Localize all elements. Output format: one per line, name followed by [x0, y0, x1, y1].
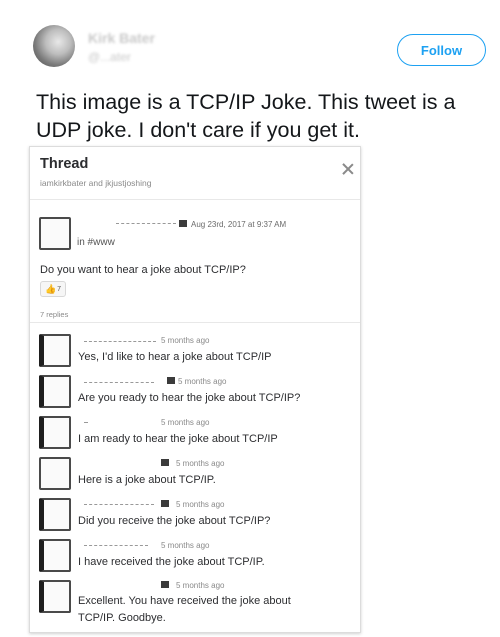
avatar	[39, 539, 71, 572]
flag-icon	[167, 377, 175, 384]
avatar	[39, 457, 71, 490]
thread-title: Thread	[40, 156, 89, 172]
message-text: Are you ready to hear the joke about TCP…	[78, 392, 301, 404]
thread-participants: iamkirkbater and jkjustjoshing	[40, 178, 152, 188]
tweet-text: This image is a TCP/IP Joke. This tweet …	[36, 88, 496, 144]
message-text: Yes, I'd like to hear a joke about TCP/I…	[78, 351, 272, 363]
message-timestamp: 5 months ago	[178, 377, 227, 386]
author-name[interactable]: Kirk Bater	[88, 30, 155, 46]
message-timestamp: 5 months ago	[161, 541, 210, 550]
message-timestamp: 5 months ago	[161, 418, 210, 427]
message-text-line: Excellent. You have received the joke ab…	[78, 595, 291, 607]
flag-icon	[161, 581, 169, 588]
message-text: Excellent. You have received the joke ab…	[78, 593, 291, 627]
divider	[30, 322, 360, 323]
message-text: I have received the joke about TCP/IP.	[78, 556, 265, 568]
avatar	[39, 375, 71, 408]
redacted-name	[84, 541, 148, 546]
message-timestamp: 5 months ago	[176, 581, 225, 590]
message-timestamp: Aug 23rd, 2017 at 9:37 AM	[191, 220, 287, 229]
close-icon	[342, 163, 354, 175]
thumbs-up-icon: 👍	[44, 283, 57, 294]
message-timestamp: 5 months ago	[176, 500, 225, 509]
redacted-name	[84, 337, 156, 342]
replies-count: 7 replies	[40, 310, 69, 319]
tweet-text-line: This image is a TCP/IP Joke. This tweet …	[36, 90, 456, 114]
message-text: I am ready to hear the joke about TCP/IP	[78, 433, 278, 445]
author-handle[interactable]: @...ater	[88, 50, 131, 64]
avatar	[39, 334, 71, 367]
message-timestamp: 5 months ago	[161, 336, 210, 345]
flag-icon	[161, 500, 169, 507]
tweet-card: Kirk Bater @...ater Follow This image is…	[0, 0, 500, 637]
reaction-count: 7	[57, 285, 62, 293]
redacted-name	[84, 500, 154, 505]
thread-screenshot: Thread iamkirkbater and jkjustjoshing Au…	[29, 146, 361, 633]
message-text: Did you receive the joke about TCP/IP?	[78, 515, 271, 527]
redacted-name	[84, 418, 88, 423]
reaction-badge[interactable]: 👍 7	[40, 281, 66, 297]
message-timestamp: 5 months ago	[176, 459, 225, 468]
avatar	[39, 580, 71, 613]
avatar	[39, 498, 71, 531]
flag-icon	[161, 459, 169, 466]
tweet-text-line: UDP joke. I don't care if you get it.	[36, 118, 360, 142]
author-avatar[interactable]	[33, 25, 75, 67]
avatar	[39, 217, 71, 250]
message-text: Do you want to hear a joke about TCP/IP?	[40, 264, 246, 276]
redacted-name	[116, 219, 176, 224]
avatar	[39, 416, 71, 449]
channel-label: in #www	[77, 237, 115, 248]
divider	[30, 199, 360, 200]
message-text-line: TCP/IP. Goodbye.	[78, 612, 166, 624]
follow-button[interactable]: Follow	[397, 34, 486, 66]
redacted-name	[84, 378, 154, 383]
flag-icon	[179, 220, 187, 227]
message-text: Here is a joke about TCP/IP.	[78, 474, 216, 486]
